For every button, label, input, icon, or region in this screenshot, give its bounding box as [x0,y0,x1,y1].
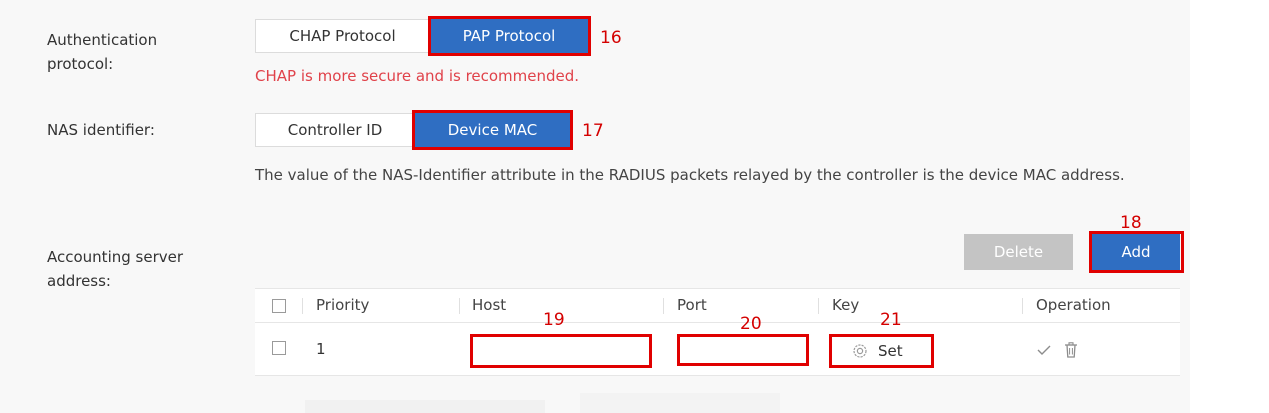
chap-protocol-option[interactable]: CHAP Protocol [255,19,430,53]
marker-21: 21 [880,310,902,330]
column-header-operation: Operation [1036,296,1111,314]
trash-icon[interactable] [1064,342,1078,358]
accounting-server-label: Accounting server address: [47,248,184,290]
auth-protocol-label: Authentication protocol: [47,31,158,73]
delete-button[interactable]: Delete [964,234,1073,270]
pap-protocol-option[interactable]: PAP Protocol [430,19,588,53]
marker-20: 20 [740,314,762,334]
controller-id-option[interactable]: Controller ID [255,113,415,147]
check-icon[interactable] [1037,344,1051,356]
column-divider [818,298,819,314]
column-divider [663,298,664,314]
table-header: Priority Host Port Key Operation [255,288,1180,323]
background-ghost-shape [305,400,545,413]
column-divider [1022,298,1023,314]
row-priority: 1 [316,340,326,358]
accounting-server-table: Priority Host Port Key Operation 1 [255,288,1180,376]
marker-19: 19 [543,310,565,330]
marker-17: 17 [582,121,604,141]
nas-identifier-label: NAS identifier: [47,121,155,139]
column-divider [302,298,303,314]
marker-18: 18 [1120,213,1142,233]
background-ghost-shape [580,393,780,413]
column-header-key: Key [832,296,860,314]
column-header-host: Host [472,296,507,314]
select-all-checkbox[interactable] [272,299,286,313]
add-button[interactable]: Add [1092,234,1180,270]
marker-16: 16 [600,28,622,48]
auth-protocol-hint: CHAP is more secure and is recommended. [255,67,580,85]
device-mac-option[interactable]: Device MAC [415,113,570,147]
column-divider [459,298,460,314]
nas-identifier-description: The value of the NAS-Identifier attribut… [255,166,1125,184]
column-header-port: Port [677,296,707,314]
row-checkbox[interactable] [272,341,286,355]
column-header-priority: Priority [316,296,370,314]
